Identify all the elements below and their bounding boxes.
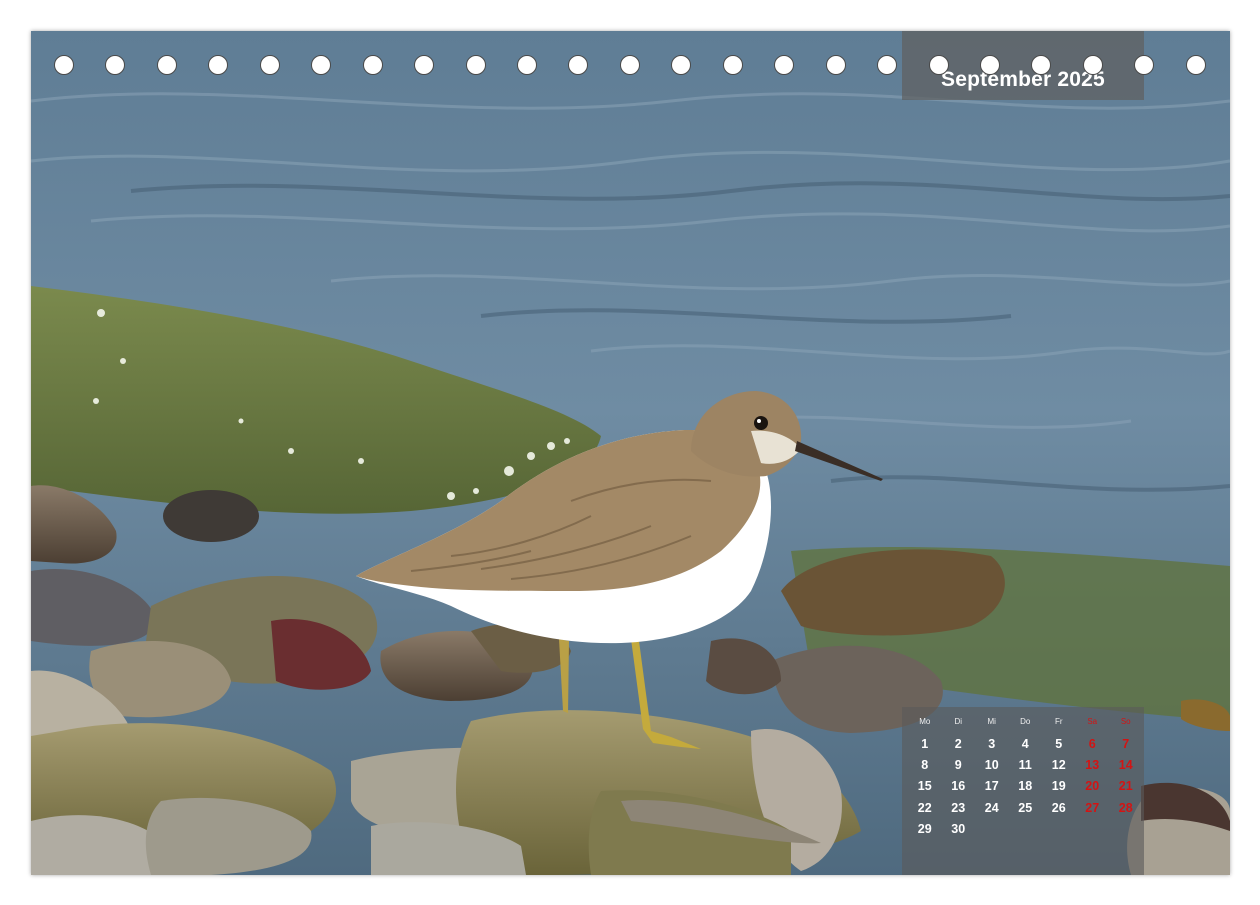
day-cell: 2 [954,736,962,751]
day-cell: 5 [1055,736,1063,751]
weekday-header-weekend: Sa [1087,717,1098,726]
weekday-header: Mo [919,717,931,726]
weekday-header: Fr [1054,717,1063,726]
weekday-header: Mi [987,717,996,726]
day-cell: 4 [1021,736,1029,751]
day-cell-weekend: 21 [1118,779,1133,794]
day-cell-weekend [1076,818,1110,839]
day-cell [975,818,1009,839]
weekday-header-weekend: So [1120,717,1131,726]
week-row: 22 23 24 25 26 27 28 [908,797,1143,818]
month-title: September 2025 [902,31,1144,100]
day-cell: 8 [921,757,929,772]
week-row: 8 9 10 11 12 13 14 [908,754,1143,775]
day-cell-weekend: 28 [1118,800,1133,815]
day-cell [1009,818,1043,839]
day-cell: 3 [988,736,996,751]
day-cell [1042,818,1076,839]
day-cell-weekend: 14 [1118,757,1133,772]
weekday-header: Do [1020,717,1031,726]
week-row: 15 16 17 18 19 20 21 [908,776,1143,797]
day-cell: 26 [1051,800,1066,815]
day-cell-weekend: 20 [1085,779,1100,794]
week-row: 1 2 3 4 5 6 7 [908,733,1143,754]
day-cell: 1 [921,736,929,751]
day-cell: 9 [954,757,962,772]
weekday-header: Di [954,717,963,726]
day-cell-weekend: 27 [1085,800,1100,815]
day-cell-weekend: 13 [1085,757,1100,772]
day-cell: 10 [984,757,999,772]
day-cell-weekend [1109,818,1143,839]
day-cell: 25 [1018,800,1033,815]
day-cell: 18 [1018,779,1033,794]
weekday-header-row: Mo Di Mi Do Fr Sa So [908,717,1143,733]
week-row: 29 30 [908,818,1143,839]
calendar-page: September 2025 Mo Di Mi Do Fr Sa So 1 2 … [31,31,1230,875]
day-cell: 19 [1051,779,1066,794]
day-cell: 11 [1018,757,1032,772]
day-cell: 12 [1051,757,1066,772]
day-cell: 17 [984,779,999,794]
day-cell-weekend: 7 [1122,736,1130,751]
day-cell: 24 [984,800,999,815]
month-calendar-grid: Mo Di Mi Do Fr Sa So 1 2 3 4 5 6 7 8 9 1… [902,707,1144,875]
day-cell-weekend: 6 [1088,736,1096,751]
day-cell: 23 [951,800,966,815]
calendar-table: Mo Di Mi Do Fr Sa So 1 2 3 4 5 6 7 8 9 1… [908,717,1143,839]
day-cell: 30 [951,821,966,836]
day-cell: 22 [917,800,932,815]
day-cell: 15 [917,779,932,794]
day-cell: 16 [951,779,966,794]
day-cell: 29 [917,821,932,836]
